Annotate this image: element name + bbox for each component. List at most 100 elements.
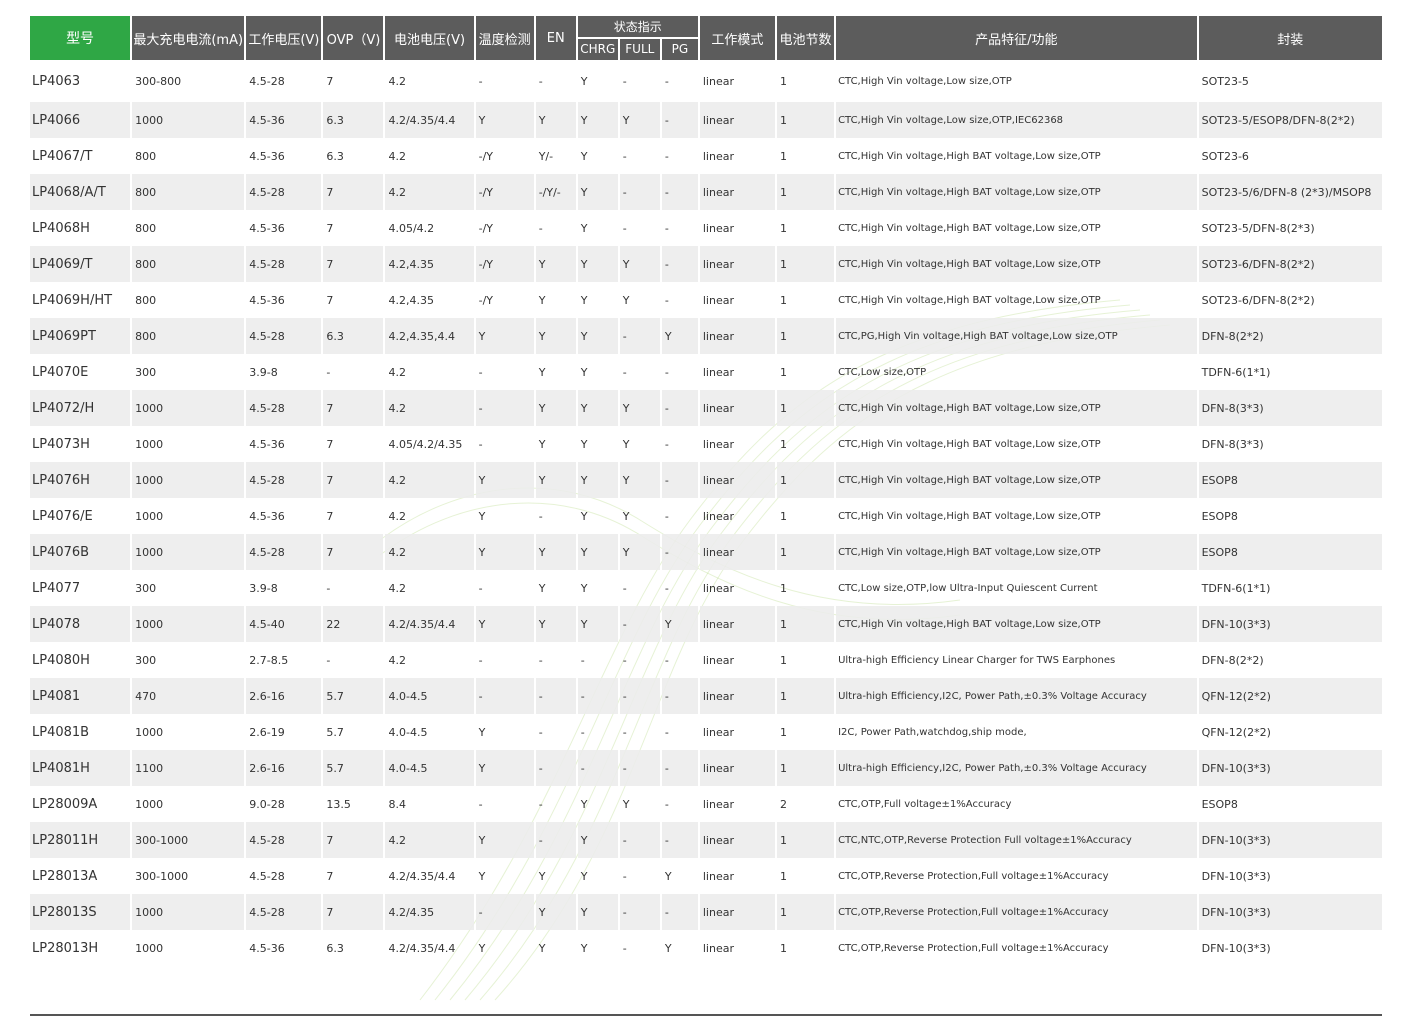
cell-model: LP4070E — [32, 364, 89, 380]
cell-ovp: 7 — [326, 437, 334, 451]
table-row: LP4073H 1000 4.5-36 7 4.05/4.2/4.35 - Y Y Y - line… — [30, 426, 1382, 462]
cell-max-current: 300 — [135, 365, 157, 379]
cell-ovp: 5.7 — [326, 725, 344, 739]
cell-en: - — [535, 822, 576, 858]
cell-features: CTC,High Vin voltage,Low size,OTP,IEC623… — [836, 102, 1197, 138]
cell-cells: 1 — [779, 653, 787, 667]
cell-max-current: 800 — [132, 174, 245, 210]
cell-mode: linear — [699, 822, 775, 858]
cell-vbat: 4.2/4.35/4.4 — [388, 941, 456, 955]
cell-model: LP4072/H — [30, 390, 131, 426]
cell-vin: 3.9-8 — [249, 581, 278, 595]
cell-temp: -/Y — [478, 293, 494, 307]
cell-temp: Y — [475, 534, 534, 570]
cell-vbat: 4.2 — [385, 534, 474, 570]
cell-mode: linear — [699, 678, 775, 714]
cell-features: CTC,PG,High Vin voltage,High BAT voltage… — [836, 318, 1197, 354]
cell-vin: 4.5-40 — [246, 606, 322, 642]
cell-full: Y — [622, 293, 630, 307]
cell-max-current: 1000 — [132, 606, 245, 642]
cell-temp: - — [475, 390, 534, 426]
cell-chrg: Y — [577, 246, 618, 282]
cell-mode: linear — [702, 797, 734, 811]
cell-pg: - — [661, 246, 698, 282]
cell-en: Y — [538, 869, 546, 883]
header-model: 型号 — [30, 16, 131, 60]
cell-ovp: - — [326, 581, 331, 595]
cell-en: - — [535, 750, 576, 786]
cell-vin: 2.6-19 — [249, 725, 285, 739]
cell-cells: 1 — [779, 941, 787, 955]
cell-vbat: 8.4 — [388, 797, 406, 811]
cell-max-current: 1000 — [135, 725, 164, 739]
cell-model: LP4076B — [30, 534, 131, 570]
cell-cells: 1 — [779, 221, 787, 235]
cell-model: LP4076/E — [32, 508, 93, 524]
cell-model: LP4069/T — [30, 246, 131, 282]
cell-mode: linear — [699, 750, 775, 786]
table-row: LP4077 300 3.9-8 - 4.2 - Y Y - - linear 1 CTC,Low si… — [30, 570, 1382, 606]
cell-vin: 4.5-28 — [246, 462, 322, 498]
cell-cells: 1 — [776, 462, 835, 498]
cell-temp: -/Y — [478, 221, 494, 235]
cell-package: SOT23-6/DFN-8(2*2) — [1201, 293, 1315, 307]
cell-cells: 1 — [779, 149, 787, 163]
cell-full: Y — [619, 246, 660, 282]
cell-model: LP4081B — [32, 724, 90, 740]
table-row: LP4067/T 800 4.5-36 6.3 4.2 -/Y Y/- Y - - linear 1 C… — [30, 138, 1382, 174]
cell-chrg: Y — [580, 149, 588, 163]
cell-chrg: Y — [580, 797, 588, 811]
cell-pg: - — [661, 894, 698, 930]
cell-chrg: Y — [580, 293, 588, 307]
cell-pg: - — [661, 750, 698, 786]
cell-mode: linear — [702, 581, 734, 595]
cell-model: LP4073H — [32, 436, 90, 452]
cell-mode: linear — [702, 365, 734, 379]
cell-en: -/Y/- — [535, 174, 576, 210]
cell-en: Y — [535, 894, 576, 930]
cell-pg: - — [661, 678, 698, 714]
cell-model: LP4063 — [32, 73, 81, 89]
cell-temp: Y — [475, 606, 534, 642]
cell-package: SOT23-5/ESOP8/DFN-8(2*2) — [1198, 102, 1382, 138]
cell-model: LP28013A — [32, 868, 98, 884]
cell-vbat: 4.05/4.2 — [388, 221, 435, 235]
cell-full: - — [619, 318, 660, 354]
header-cells: 电池节数 — [776, 16, 835, 60]
cell-chrg: Y — [580, 365, 588, 379]
cell-max-current: 1000 — [132, 894, 245, 930]
cell-cells: 1 — [776, 174, 835, 210]
cell-en: - — [538, 797, 543, 811]
cell-vbat: 4.2 — [388, 365, 406, 379]
cell-pg: - — [664, 221, 669, 235]
cell-vin: 4.5-28 — [249, 74, 285, 88]
cell-mode: linear — [702, 74, 734, 88]
cell-model: LP4069PT — [30, 318, 131, 354]
cell-cells: 1 — [776, 318, 835, 354]
cell-chrg: Y — [577, 102, 618, 138]
cell-model: LP4068H — [32, 220, 90, 236]
cell-mode: linear — [699, 606, 775, 642]
cell-ovp: 7 — [323, 246, 384, 282]
cell-vbat: 4.2 — [388, 74, 406, 88]
cell-vin: 4.5-28 — [246, 894, 322, 930]
cell-cells: 1 — [776, 390, 835, 426]
cell-pg: - — [661, 102, 698, 138]
cell-features: CTC,Low size,OTP,low Ultra-Input Quiesce… — [838, 582, 1098, 594]
header-en: EN — [535, 16, 576, 60]
cell-model: LP28013H — [32, 940, 99, 956]
cell-pg: - — [664, 293, 669, 307]
table-row: LP4069/T 800 4.5-28 7 4.2,4.35 -/Y Y Y Y - linear 1… — [30, 246, 1382, 282]
cell-temp: -/Y — [475, 174, 534, 210]
cell-pg: Y — [661, 318, 698, 354]
cell-ovp: 7 — [326, 869, 334, 883]
table-row: LP28009A 1000 9.0-28 13.5 8.4 - - Y Y - linear 2 CTC… — [30, 786, 1382, 822]
cell-vin: 3.9-8 — [249, 365, 278, 379]
cell-features: I2C, Power Path,watchdog,ship mode, — [838, 726, 1027, 738]
cell-cells: 1 — [779, 293, 787, 307]
cell-full: - — [619, 894, 660, 930]
cell-ovp: 6.3 — [326, 941, 344, 955]
cell-cells: 1 — [779, 581, 787, 595]
cell-vbat: 4.0-4.5 — [385, 750, 474, 786]
cell-mode: linear — [702, 221, 734, 235]
